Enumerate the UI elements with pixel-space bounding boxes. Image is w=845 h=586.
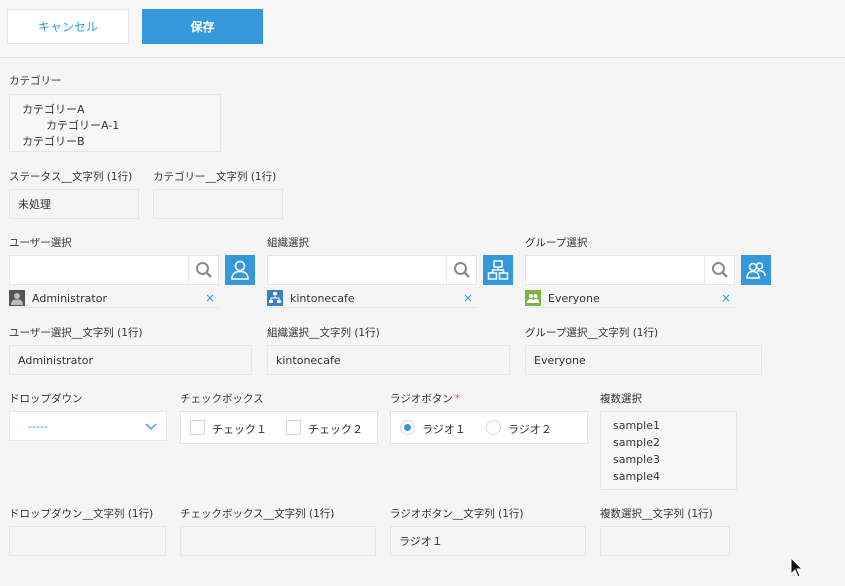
group-text-label: グループ選択__文字列 (1行) — [525, 327, 659, 339]
radio-group: ラジオ１ ラジオ２ — [390, 411, 588, 444]
status-text-label: ステータス__文字列 (1行) — [9, 171, 133, 183]
multi-select-label: 複数選択 — [600, 393, 642, 405]
category-text-field — [153, 189, 283, 219]
category-item: カテゴリーB — [22, 135, 85, 148]
checkbox-1[interactable] — [190, 420, 205, 435]
toolbar: キャンセル 保存 — [0, 0, 845, 58]
checkbox-2-label: チェック２ — [308, 423, 363, 436]
multi-select-option[interactable]: sample4 — [613, 470, 660, 483]
org-select-label: 組織選択 — [267, 237, 309, 249]
group-text-field: Everyone — [525, 345, 762, 375]
radio-2[interactable] — [486, 420, 501, 435]
user-avatar-icon — [9, 290, 25, 306]
org-avatar-icon — [267, 290, 283, 306]
close-icon[interactable]: × — [205, 291, 215, 305]
dropdown-label: ドロップダウン — [9, 393, 83, 405]
multi-select-list[interactable]: sample1 sample2 sample3 sample4 — [600, 411, 737, 490]
cancel-button[interactable]: キャンセル — [7, 9, 129, 44]
checkbox-2[interactable] — [286, 420, 301, 435]
checkbox-text-field — [180, 526, 376, 556]
user-select-input[interactable] — [9, 255, 219, 285]
radio-1[interactable] — [400, 420, 415, 435]
org-select-input[interactable] — [267, 255, 477, 285]
category-label: カテゴリー — [9, 75, 62, 87]
multi-select-option[interactable]: sample3 — [613, 453, 660, 466]
search-icon[interactable] — [446, 256, 476, 284]
dropdown-value: ----- — [28, 420, 48, 433]
checkbox-group: チェック１ チェック２ — [180, 411, 378, 444]
category-item: カテゴリーA — [22, 103, 85, 116]
multi-text-label: 複数選択__文字列 (1行) — [600, 508, 713, 520]
org-text-field: kintonecafe — [267, 345, 510, 375]
org-text-label: 組織選択__文字列 (1行) — [267, 327, 380, 339]
category-text-label: カテゴリー__文字列 (1行) — [153, 171, 277, 183]
org-entity: kintonecafe × — [267, 289, 477, 308]
close-icon[interactable]: × — [721, 291, 731, 305]
org-entity-name: kintonecafe — [290, 291, 355, 305]
search-icon[interactable] — [188, 256, 218, 284]
checkbox-1-label: チェック１ — [212, 423, 267, 436]
radio-label: ラジオボタン * — [390, 391, 460, 406]
category-tree: カテゴリーA カテゴリーA-1 カテゴリーB — [9, 94, 221, 152]
user-select-label: ユーザー選択 — [9, 237, 72, 249]
user-icon — [231, 260, 249, 280]
dropdown-text-label: ドロップダウン__文字列 (1行) — [9, 508, 154, 520]
radio-text-label: ラジオボタン__文字列 (1行) — [390, 508, 524, 520]
group-select-input[interactable] — [525, 255, 735, 285]
chevron-down-icon — [145, 420, 157, 435]
radio-2-label: ラジオ２ — [508, 423, 552, 436]
radio-text-field: ラジオ１ — [390, 526, 586, 556]
close-icon[interactable]: × — [463, 291, 473, 305]
user-entity-name: Administrator — [32, 291, 107, 305]
group-icon — [746, 262, 766, 279]
search-icon[interactable] — [704, 256, 734, 284]
group-entity: Everyone × — [525, 289, 735, 308]
user-entity: Administrator × — [9, 289, 219, 308]
dropdown-select[interactable]: ----- — [9, 411, 167, 441]
group-select-label: グループ選択 — [525, 237, 588, 249]
save-button[interactable]: 保存 — [142, 9, 263, 44]
user-text-label: ユーザー選択__文字列 (1行) — [9, 327, 143, 339]
multi-select-option[interactable]: sample1 — [613, 419, 660, 432]
user-picker-button[interactable] — [225, 255, 255, 285]
org-chart-icon — [487, 260, 509, 280]
category-item: カテゴリーA-1 — [46, 119, 120, 132]
radio-1-label: ラジオ１ — [422, 423, 466, 436]
mouse-cursor-icon — [789, 556, 805, 582]
required-marker: * — [454, 393, 461, 405]
group-picker-button[interactable] — [741, 255, 771, 285]
user-text-field: Administrator — [9, 345, 252, 375]
status-text-field: 未処理 — [9, 189, 139, 219]
multi-text-field — [600, 526, 730, 556]
checkbox-label: チェックボックス — [180, 393, 264, 405]
radio-label-text: ラジオボタン — [390, 393, 453, 405]
dropdown-text-field — [9, 526, 166, 556]
checkbox-text-label: チェックボックス__文字列 (1行) — [180, 508, 335, 520]
group-entity-name: Everyone — [548, 291, 600, 305]
multi-select-option[interactable]: sample2 — [613, 436, 660, 449]
org-picker-button[interactable] — [483, 255, 513, 285]
group-avatar-icon — [525, 290, 541, 306]
